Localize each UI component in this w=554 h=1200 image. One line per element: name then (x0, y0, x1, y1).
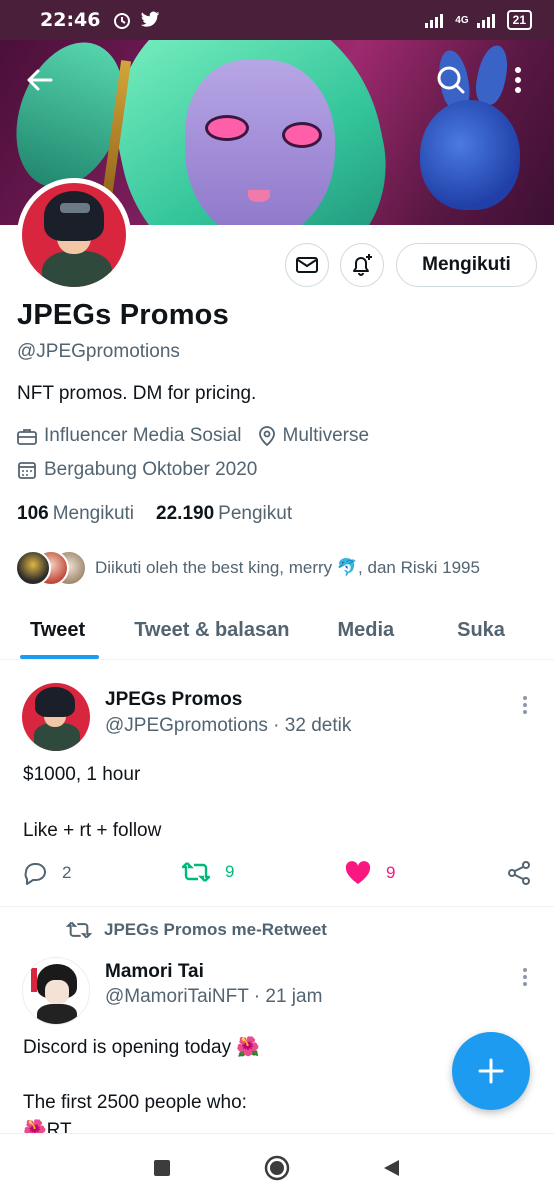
active-tab-indicator (20, 655, 99, 659)
recents-button[interactable] (148, 1154, 176, 1182)
tweet-divider (0, 906, 554, 907)
like-button[interactable]: 9 (344, 860, 395, 886)
triangle-back-icon (384, 1160, 399, 1176)
followed-by-text: Diikuti oleh the best king, merry 🐬, dan… (95, 558, 480, 577)
retweet-button[interactable]: 9 (181, 860, 234, 884)
back-arrow-icon (27, 69, 53, 91)
reply-button[interactable]: 2 (22, 860, 71, 886)
profile-joined: Bergabung Oktober 2020 (44, 459, 258, 480)
tweet-author-handle: @JPEGpromotions · 32 detik (105, 715, 352, 736)
following-button[interactable]: Mengikuti (396, 243, 537, 287)
alarm-icon (114, 13, 131, 29)
followers-count-link[interactable]: 22.190 Pengikut (156, 503, 292, 525)
following-count: 106 (17, 503, 49, 524)
signal-icon (425, 14, 444, 28)
tweet-text-line: Like + rt + follow (23, 820, 162, 841)
message-button[interactable] (285, 243, 329, 287)
profile-joined-row: Bergabung Oktober 2020 (17, 459, 273, 481)
follow-counts: 106 Mengikuti 22.190 Pengikut (17, 503, 292, 525)
retweet-icon (181, 862, 211, 882)
tweet-actions: 2 9 9 (0, 860, 554, 892)
heart-icon (345, 861, 371, 884)
tweet-author-name[interactable]: Mamori Tai (105, 961, 204, 983)
tweet-more-button[interactable] (513, 962, 537, 992)
notifications-button[interactable] (340, 243, 384, 287)
location-pin-icon (258, 426, 275, 446)
status-time: 22:46 (40, 9, 101, 31)
tweet-avatar[interactable] (22, 683, 90, 751)
tab-likes[interactable]: Suka (457, 600, 505, 660)
bell-plus-icon (353, 254, 372, 276)
more-options-button[interactable] (496, 58, 540, 102)
retweet-context[interactable]: JPEGs Promos me-Retweet (66, 920, 327, 940)
square-icon (154, 1160, 170, 1176)
mutual-avatar (15, 550, 51, 586)
profile-location: Multiverse (282, 425, 370, 446)
followers-label: Pengikut (218, 503, 293, 524)
calendar-icon (18, 462, 36, 479)
share-icon (508, 861, 530, 885)
tab-tweets-replies[interactable]: Tweet & balasan (134, 600, 289, 660)
back-button[interactable] (18, 58, 62, 102)
system-nav-bar (0, 1133, 554, 1200)
battery-indicator: 21 (506, 10, 532, 30)
home-button[interactable] (263, 1154, 291, 1182)
followed-by-row[interactable]: Diikuti oleh the best king, merry 🐬, dan… (15, 550, 480, 586)
tweet-text-line: The first 2500 people who: (23, 1092, 247, 1113)
mail-icon (296, 257, 318, 273)
tab-media[interactable]: Media (337, 600, 394, 660)
search-button[interactable] (429, 58, 473, 102)
network-type: 4G (455, 14, 469, 26)
status-bar: 22:46 4G 21 (0, 0, 554, 40)
like-count: 9 (386, 863, 396, 882)
more-vertical-icon (515, 67, 521, 93)
profile-tabs: Tweet Tweet & balasan Media Suka (0, 600, 554, 660)
profile-category: Influencer Media Sosial (44, 425, 242, 446)
tab-tweets[interactable]: Tweet (30, 600, 85, 660)
profile-meta-row: Influencer Media Sosial Multiverse (17, 425, 385, 447)
briefcase-icon (17, 429, 37, 445)
reply-count: 2 (62, 863, 72, 882)
twitter-bird-icon (141, 11, 160, 27)
retweet-context-text: JPEGs Promos me-Retweet (104, 920, 327, 939)
profile-avatar[interactable] (17, 178, 131, 292)
retweet-icon (66, 921, 92, 939)
compose-tweet-button[interactable] (452, 1032, 530, 1110)
following-count-link[interactable]: 106 Mengikuti (17, 503, 134, 525)
tweet-text-line: $1000, 1 hour (23, 764, 141, 785)
following-label: Mengikuti (52, 503, 135, 524)
mutual-avatars (15, 550, 89, 586)
tweet-author-name[interactable]: JPEGs Promos (105, 689, 242, 711)
profile-handle: @JPEGpromotions (17, 341, 180, 362)
reply-icon (24, 863, 46, 885)
profile-bio: NFT promos. DM for pricing. (17, 383, 257, 404)
compose-plus-icon (478, 1058, 504, 1084)
profile-name: JPEGs Promos (17, 299, 229, 331)
signal-icon-2 (476, 14, 495, 28)
tweet-avatar[interactable] (22, 957, 90, 1025)
followers-count: 22.190 (156, 503, 215, 524)
tweet-author-handle: @MamoriTaiNFT · 21 jam (105, 986, 323, 1007)
search-icon (437, 66, 465, 94)
share-button[interactable] (506, 860, 532, 886)
system-back-button[interactable] (377, 1154, 405, 1182)
circle-home-icon (264, 1155, 290, 1181)
retweet-count: 9 (225, 862, 235, 881)
tweet-more-button[interactable] (513, 690, 537, 720)
tweet-text-line: Discord is opening today 🌺 (23, 1037, 260, 1058)
